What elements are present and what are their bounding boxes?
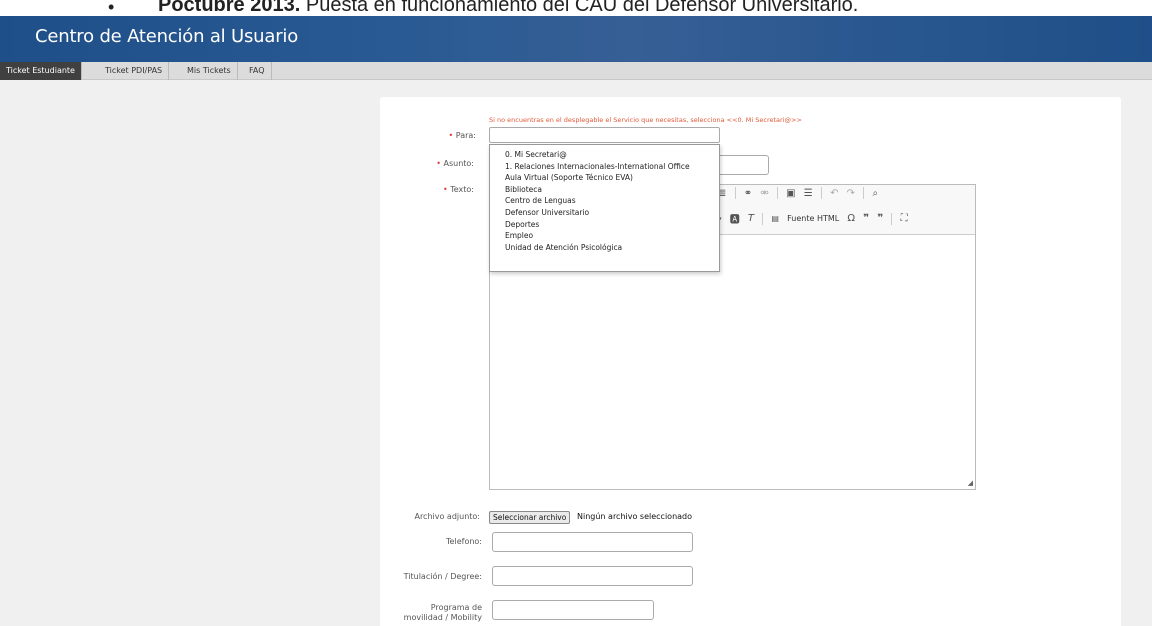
source-icon[interactable]: ▤ (771, 214, 779, 223)
horizontal-rule-icon[interactable]: ☰ (804, 188, 813, 199)
archivo-label: Archivo adjunto: (414, 512, 480, 521)
required-marker: • (448, 131, 456, 140)
file-status: Ningún archivo seleccionado (577, 512, 693, 521)
header-banner: Centro de Atención al Usuario (0, 16, 1152, 62)
tab-bar: Ticket Estudiante Ticket PDI/PAS Mis Tic… (0, 62, 1152, 80)
toolbar-separator (863, 187, 865, 199)
list-item[interactable]: Defensor Universitario (490, 207, 719, 219)
announcement-text: Poctubre 2013. Puesta en funcionamiento … (158, 0, 859, 16)
page-title: Centro de Atención al Usuario (35, 26, 299, 47)
toolbar-separator (820, 187, 822, 199)
list-item[interactable]: 0. Mi Secretari@ (490, 149, 719, 161)
list-item[interactable]: Deportes (490, 219, 719, 231)
toolbar-separator (776, 187, 778, 199)
bullet-icon: • (108, 0, 115, 17)
para-dropdown-list: 0. Mi Secretari@ 1. Relaciones Internaci… (489, 144, 720, 272)
telefono-input[interactable] (492, 532, 693, 552)
service-hint: Si no encuentras en el desplegable el Se… (489, 116, 802, 124)
tab-mis-tickets[interactable]: Mis Tickets (181, 62, 238, 80)
list-item[interactable]: Aula Virtual (Soporte Técnico EVA) (490, 172, 719, 184)
special-char-icon[interactable]: Ω (847, 213, 855, 224)
blockquote-remove-icon[interactable]: ❞ (877, 213, 883, 224)
tab-ticket-pdi-pas[interactable]: Ticket PDI/PAS (99, 62, 170, 80)
unlink-icon[interactable]: ⚮ (760, 188, 768, 199)
tab-ticket-estudiante[interactable]: Ticket Estudiante (0, 62, 82, 80)
list-item[interactable]: Biblioteca (490, 184, 719, 196)
maximize-icon[interactable]: ⛶ (901, 213, 908, 224)
link-icon[interactable]: ⚭ (744, 188, 752, 199)
resize-handle-icon[interactable]: ◢ (968, 479, 973, 487)
list-item[interactable]: Unidad de Atención Psicológica (490, 242, 719, 254)
asunto-label: • Asunto: (436, 159, 474, 168)
programa-label: Programa de movilidad / Mobility (403, 603, 482, 622)
toolbar-separator (762, 212, 764, 225)
undo-icon[interactable]: ↶ (830, 188, 838, 199)
remove-format-icon[interactable]: T (748, 213, 754, 224)
texto-label: • Texto: (442, 185, 474, 194)
list-item[interactable]: 1. Relaciones Internacionales-Internatio… (490, 161, 719, 173)
titulacion-label: Titulación / Degree: (403, 572, 482, 581)
telefono-label: Telefono: (446, 537, 482, 546)
source-html-button[interactable]: Fuente HTML (787, 214, 839, 223)
image-icon[interactable]: ▣ (786, 188, 795, 199)
background-color-icon[interactable]: 🅰 (730, 211, 740, 226)
select-file-button[interactable]: Seleccionar archivo (489, 511, 571, 524)
redo-icon[interactable]: ↷ (847, 188, 855, 199)
titulacion-input[interactable] (492, 566, 693, 586)
search-icon[interactable]: ⌕ (872, 188, 878, 199)
toolbar-separator (734, 187, 736, 199)
blockquote-icon[interactable]: ❞ (863, 213, 869, 224)
toolbar-separator (891, 212, 893, 225)
para-label: • Para: (448, 131, 476, 140)
tab-faq[interactable]: FAQ (243, 62, 272, 80)
programa-input[interactable] (492, 600, 654, 620)
list-item[interactable]: Empleo (490, 230, 719, 242)
para-select[interactable] (489, 127, 720, 143)
list-item[interactable]: Centro de Lenguas (490, 195, 719, 207)
